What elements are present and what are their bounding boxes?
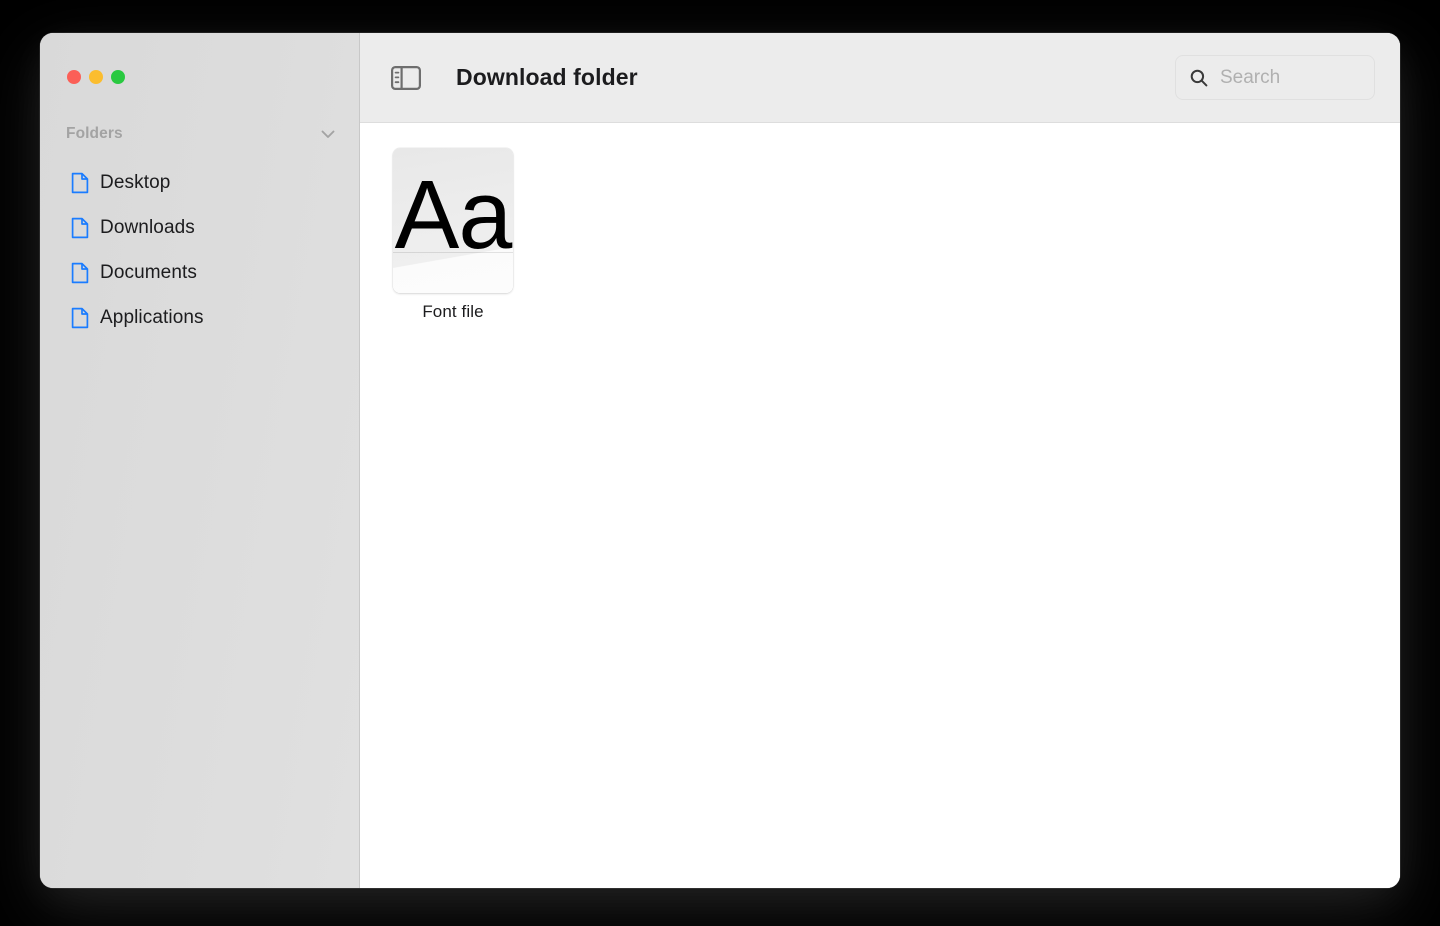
font-preview-glyph: Aa: [394, 160, 513, 269]
folder-list: Desktop Downloads Documents Applications: [40, 160, 359, 340]
font-icon-hairline: [393, 252, 513, 254]
file-item-label: Font file: [422, 302, 484, 321]
file-grid[interactable]: Aa Font file: [360, 123, 1400, 888]
close-button[interactable]: [67, 70, 81, 84]
window-controls: [40, 33, 359, 84]
sidebar-item-applications[interactable]: Applications: [40, 295, 359, 340]
sidebar: Folders Desktop Downloads Documents Appl…: [40, 33, 360, 888]
document-icon: [71, 217, 89, 239]
minimize-button[interactable]: [89, 70, 103, 84]
search-icon: [1189, 68, 1209, 88]
page-title: Download folder: [456, 64, 638, 90]
sidebar-item-label: Documents: [100, 261, 197, 283]
document-icon: [71, 262, 89, 284]
font-file-icon[interactable]: Aa: [393, 148, 513, 293]
file-item[interactable]: Aa Font file: [392, 148, 514, 322]
sidebar-item-desktop[interactable]: Desktop: [40, 160, 359, 205]
sidebar-item-label: Desktop: [100, 171, 171, 193]
document-icon: [71, 172, 89, 194]
sidebar-item-documents[interactable]: Documents: [40, 250, 359, 295]
sidebar-section-folders: Folders Desktop Downloads Documents Appl…: [40, 123, 359, 340]
sidebar-item-label: Downloads: [100, 216, 195, 238]
document-icon: [71, 307, 89, 329]
main-pane: Download folder Aa Font file: [360, 33, 1400, 888]
sidebar-toggle-icon[interactable]: [389, 61, 423, 95]
toolbar: Download folder: [360, 33, 1400, 123]
finder-window: Folders Desktop Downloads Documents Appl…: [40, 33, 1400, 888]
sidebar-item-downloads[interactable]: Downloads: [40, 205, 359, 250]
sidebar-item-label: Applications: [100, 306, 204, 328]
chevron-down-icon[interactable]: [318, 124, 338, 144]
search-field[interactable]: [1175, 55, 1375, 100]
folders-section-label: Folders: [66, 125, 123, 142]
search-input[interactable]: [1220, 66, 1362, 89]
folders-section-header[interactable]: Folders: [40, 123, 359, 145]
zoom-button[interactable]: [111, 70, 125, 84]
